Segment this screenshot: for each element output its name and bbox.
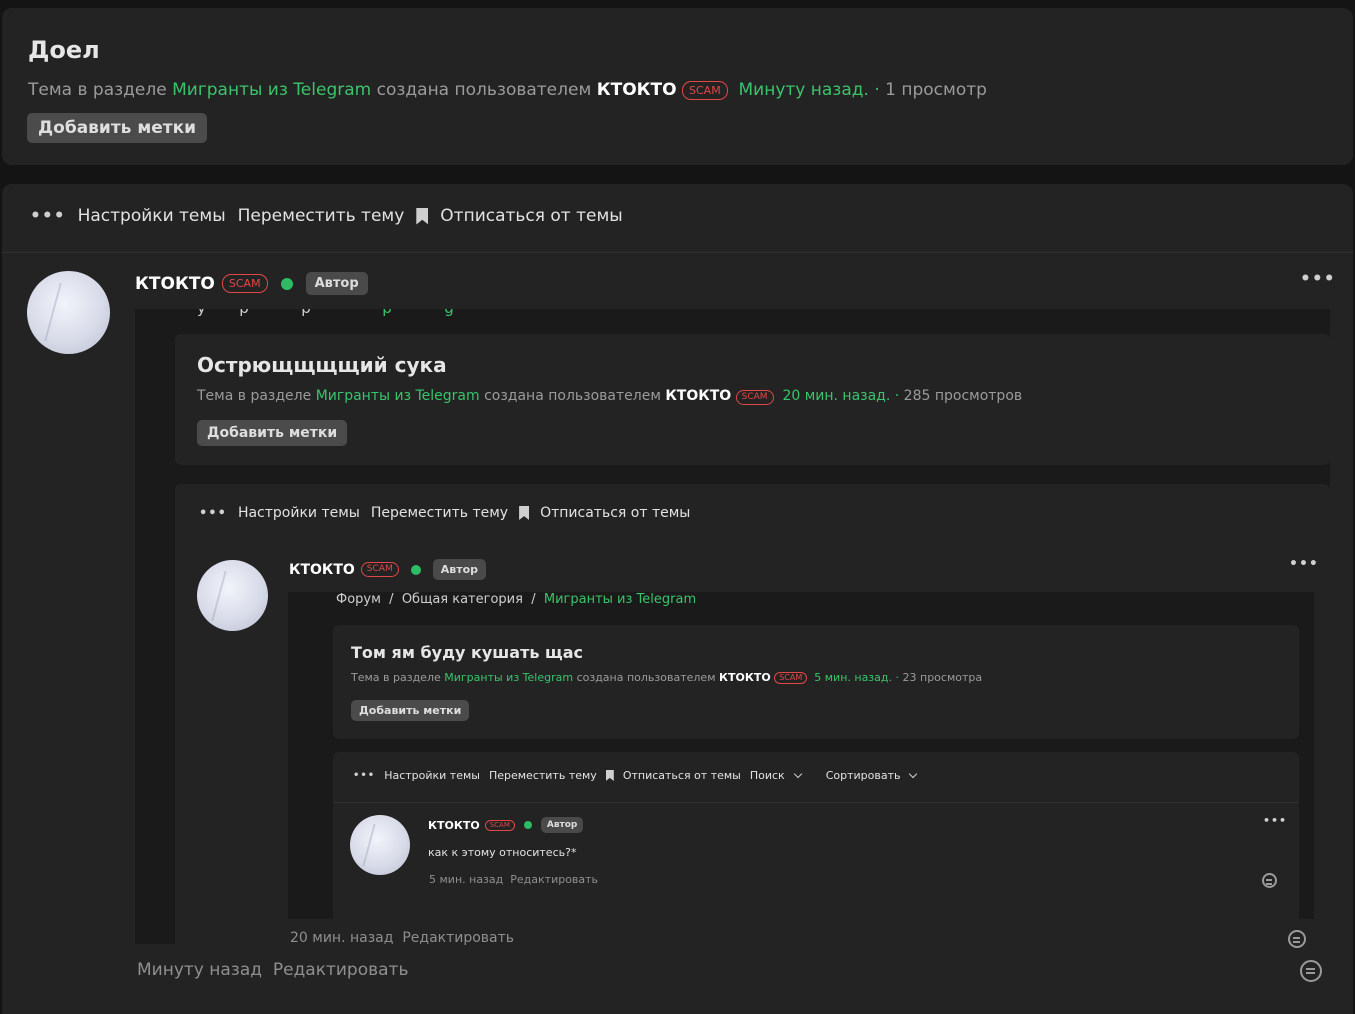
post-menu-icon[interactable]: ••• — [1300, 269, 1336, 289]
thread-time[interactable]: Минуту назад. — [739, 80, 869, 100]
view-count: 1 просмотр — [885, 80, 987, 100]
avatar[interactable] — [197, 560, 268, 631]
sort-dropdown[interactable]: Сортировать — [826, 769, 918, 782]
avatar[interactable] — [350, 815, 410, 875]
bookmark-icon — [519, 506, 530, 520]
post-time[interactable]: 5 мин. назад — [429, 873, 503, 886]
scam-badge: SCAM — [682, 81, 728, 100]
author-name[interactable]: КТОКТО — [428, 819, 480, 832]
thread-title: Том ям буду кушать щас — [351, 643, 584, 662]
move-thread-button[interactable]: Переместить тему — [489, 769, 597, 782]
author-role-badge: Автор — [305, 272, 368, 295]
move-thread-button[interactable]: Переместить тему — [371, 505, 508, 521]
post-time[interactable]: Минуту назад — [137, 960, 262, 980]
thread-body: ••• Настройки темы Переместить тему Отпи… — [175, 484, 1330, 948]
scam-badge: SCAM — [221, 274, 268, 293]
scam-badge: SCAM — [484, 819, 515, 831]
thread-toolbar: ••• Настройки темы Переместить тему Отпи… — [30, 206, 623, 226]
dot-separator: · — [895, 671, 900, 684]
embedded-screenshot: Форум / Общая категория / Мигранты из Te… — [288, 592, 1314, 919]
more-icon[interactable]: ••• — [30, 206, 66, 226]
reply-icon[interactable] — [1300, 960, 1322, 982]
thread-meta: Тема в разделе Мигранты из Telegram созд… — [28, 80, 987, 100]
chevron-down-icon — [793, 769, 802, 779]
avatar[interactable] — [27, 271, 110, 354]
online-indicator — [410, 564, 421, 575]
embedded-screenshot: у р р р g Острющщщщий сука Тема в раздел… — [135, 309, 1330, 948]
chevron-down-icon — [909, 769, 918, 779]
divider — [2, 252, 1353, 253]
online-indicator — [280, 277, 293, 290]
post-footer: Минуту назад Редактировать — [137, 960, 408, 980]
post-menu-icon[interactable]: ••• — [1289, 556, 1319, 572]
dot-separator: · — [894, 388, 900, 404]
thread-header: Доел Тема в разделе Мигранты из Telegram… — [2, 8, 1353, 165]
section-link[interactable]: Мигранты из Telegram — [444, 671, 573, 684]
divider — [333, 802, 1299, 803]
edit-link[interactable]: Редактировать — [273, 960, 409, 980]
scam-badge: SCAM — [774, 672, 808, 684]
move-thread-button[interactable]: Переместить тему — [238, 206, 405, 226]
thread-settings-button[interactable]: Настройки темы — [384, 769, 480, 782]
thread-header: Острющщщщий сука Тема в разделе Мигранты… — [175, 334, 1330, 465]
breadcrumb: Форум / Общая категория / Мигранты из Te… — [336, 592, 697, 607]
user-link[interactable]: КТОКТО — [665, 388, 731, 404]
thread-title: Доел — [28, 36, 100, 64]
section-link[interactable]: Мигранты из Telegram — [172, 80, 371, 100]
author-name[interactable]: КТОКТО — [135, 274, 215, 294]
section-link[interactable]: Мигранты из Telegram — [316, 388, 480, 404]
author-role-badge: Автор — [432, 559, 486, 580]
author-name[interactable]: КТОКТО — [289, 562, 355, 578]
post-time[interactable]: 20 мин. назад — [290, 930, 393, 946]
thread-time[interactable]: 20 мин. назад. — [782, 388, 890, 404]
post-author: КТОКТО SCAM Автор — [428, 817, 584, 833]
more-icon[interactable]: ••• — [199, 506, 227, 521]
post-body: как к этому относитесь?* — [428, 846, 577, 859]
thread-meta: Тема в разделе Мигранты из Telegram созд… — [351, 671, 983, 684]
bookmark-icon — [605, 770, 614, 781]
search-dropdown[interactable]: Поиск — [750, 769, 817, 782]
post-author: КТОКТО SCAM Автор — [289, 559, 486, 580]
post-author: КТОКТО SCAM Автор — [135, 272, 368, 295]
more-icon[interactable]: ••• — [353, 770, 375, 781]
breadcrumb-category[interactable]: Общая категория — [402, 592, 523, 607]
user-link[interactable]: КТОКТО — [597, 80, 677, 100]
user-link[interactable]: КТОКТО — [719, 671, 771, 684]
dot-separator: · — [874, 80, 880, 100]
thread-body: ••• Настройки темы Переместить тему Отпи… — [2, 184, 1353, 1014]
thread-header: Том ям буду кушать щас Тема в разделе Ми… — [333, 625, 1299, 739]
add-tags-button[interactable]: Добавить метки — [197, 420, 348, 446]
unsubscribe-button[interactable]: Отписаться от темы — [623, 769, 741, 782]
thread-time[interactable]: 5 мин. назад. — [814, 671, 892, 684]
author-role-badge: Автор — [540, 817, 584, 833]
post-footer: 20 мин. назад Редактировать — [290, 930, 514, 946]
thread-settings-button[interactable]: Настройки темы — [78, 206, 226, 226]
thread-settings-button[interactable]: Настройки темы — [238, 505, 360, 521]
edit-link[interactable]: Редактировать — [402, 930, 514, 946]
thread-title: Острющщщщий сука — [197, 353, 447, 377]
scam-badge: SCAM — [735, 390, 774, 405]
post-footer: 5 мин. назад Редактировать — [429, 873, 598, 886]
thread-meta: Тема в разделе Мигранты из Telegram созд… — [197, 388, 1023, 405]
unsubscribe-button[interactable]: Отписаться от темы — [440, 206, 622, 226]
breadcrumb-forum[interactable]: Форум — [336, 592, 381, 607]
online-indicator — [523, 821, 532, 829]
thread-body: ••• Настройки темы Переместить тему Отпи… — [333, 752, 1299, 919]
thread-toolbar: ••• Настройки темы Переместить тему Отпи… — [353, 769, 918, 782]
scam-badge: SCAM — [360, 562, 399, 577]
post-menu-icon[interactable]: ••• — [1263, 814, 1287, 827]
reply-icon[interactable] — [1288, 930, 1306, 948]
add-tags-button[interactable]: Добавить метки — [27, 113, 208, 143]
view-count: 285 просмотров — [903, 388, 1023, 404]
thread-toolbar: ••• Настройки темы Переместить тему Отпи… — [199, 505, 690, 521]
bookmark-icon — [416, 207, 429, 225]
clipped-breadcrumb: у р р р g — [197, 309, 617, 319]
add-tags-button[interactable]: Добавить метки — [351, 700, 470, 721]
reply-icon[interactable] — [1262, 873, 1277, 888]
edit-link[interactable]: Редактировать — [510, 873, 598, 886]
unsubscribe-button[interactable]: Отписаться от темы — [540, 505, 690, 521]
breadcrumb-section[interactable]: Мигранты из Telegram — [544, 592, 696, 607]
view-count: 23 просмотра — [902, 671, 983, 684]
